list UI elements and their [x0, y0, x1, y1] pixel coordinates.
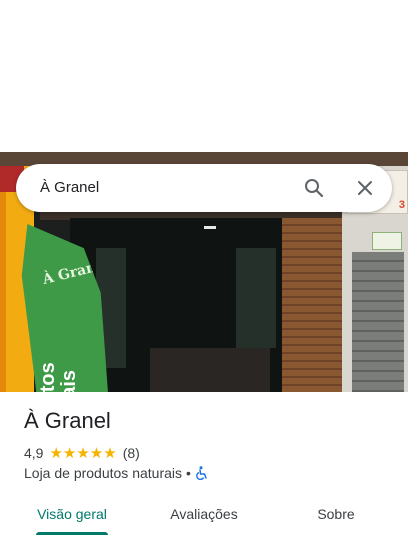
search-query[interactable]: À Granel [40, 179, 99, 196]
star-rating-icon: ★★★★★ [49, 445, 117, 462]
store-shelf [236, 248, 276, 348]
close-button[interactable] [353, 176, 377, 200]
separator: • [186, 465, 191, 481]
tab-bar: Visão geral Avaliações Sobre [0, 496, 408, 544]
active-tab-indicator [36, 532, 108, 535]
neighbor-number: 3 [398, 199, 405, 211]
close-icon [358, 181, 372, 195]
banner-text-line: Naturais [58, 362, 80, 392]
search-bar[interactable]: À Granel [16, 164, 392, 212]
tab-overview[interactable]: Visão geral [24, 496, 120, 536]
store-counter [150, 348, 270, 392]
banner-text-line: Produtos [37, 362, 59, 392]
wall-edge [0, 166, 6, 392]
banner-text: Produtos Naturais [37, 362, 80, 392]
tab-about[interactable]: Sobre [290, 496, 382, 536]
search-icon [305, 179, 324, 198]
rating-value: 4,9 [24, 445, 44, 461]
wheelchair-icon[interactable] [195, 466, 209, 480]
search-button[interactable] [302, 176, 326, 200]
place-name: À Granel [24, 408, 111, 433]
neighbor-door [352, 252, 404, 392]
category-row: Loja de produtos naturais • [24, 465, 209, 481]
wood-panel [282, 218, 342, 392]
review-count[interactable]: (8) [123, 445, 140, 461]
rating-row[interactable]: 4,9 ★★★★★ (8) [24, 444, 140, 462]
ceiling-light [204, 226, 216, 229]
neighbor-plaque [372, 232, 402, 250]
tab-reviews[interactable]: Avaliações [156, 496, 252, 536]
place-category: Loja de produtos naturais [24, 465, 182, 481]
